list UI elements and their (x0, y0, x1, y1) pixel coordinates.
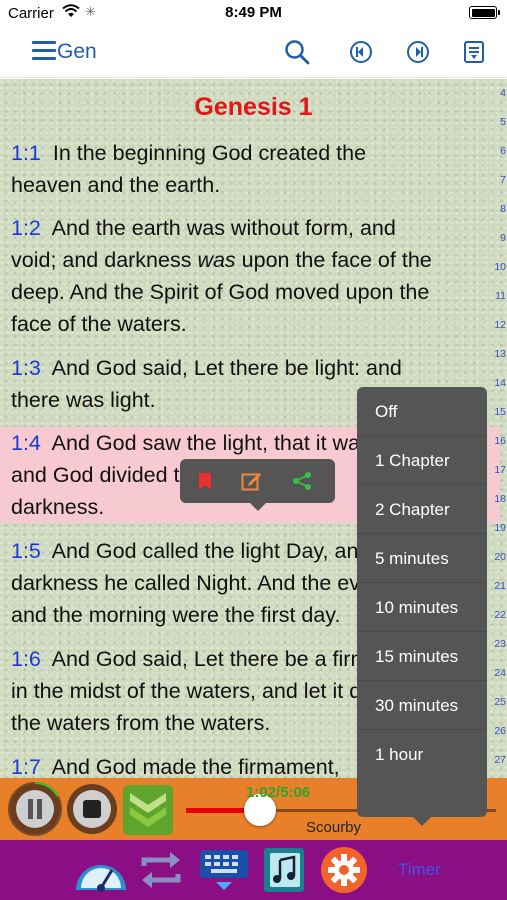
chapter-title: Genesis 1 (194, 93, 313, 121)
verse-index-item[interactable]: 22 (494, 609, 506, 621)
verse-index-item[interactable]: 13 (494, 348, 506, 360)
keyboard-icon[interactable] (198, 846, 250, 894)
timer-menu: Off 1 Chapter 2 Chapter 5 minutes 10 min… (357, 387, 487, 826)
share-icon[interactable] (291, 470, 313, 492)
verse-line: In the beginning God created the (52, 141, 367, 165)
verse-index-item[interactable]: 5 (500, 116, 506, 128)
timer-option-off[interactable]: Off (357, 387, 487, 436)
verse-1[interactable]: 1:1 In the beginning God created the hea… (11, 137, 497, 201)
verse-number: 1:4 (11, 431, 41, 455)
verse-line: And God called the light Day, and the (51, 539, 407, 563)
bottom-toolbar: Timer (0, 840, 507, 900)
verse-index-item[interactable]: 20 (494, 551, 506, 563)
pause-icon (16, 790, 54, 828)
edit-note-icon[interactable] (240, 470, 262, 492)
verse-number: 1:3 (11, 356, 41, 380)
verse-line: deep. And the Spirit of God moved upon t… (11, 280, 430, 304)
speed-gauge-icon[interactable] (72, 846, 130, 894)
playback-time: 1:02/5:06 (246, 784, 311, 801)
verse-index-item[interactable]: 14 (494, 377, 506, 389)
verse-line: face of the waters. (11, 312, 187, 336)
verse-index-item[interactable]: 7 (500, 174, 506, 186)
verse-line: And God made the firmament, (51, 755, 340, 778)
verse-index-item[interactable]: 26 (494, 725, 506, 737)
verse-line: and the morning were the first day. (11, 603, 341, 627)
battery-icon (469, 6, 500, 19)
verse-index-item[interactable]: 19 (494, 522, 506, 534)
stop-button[interactable] (67, 784, 117, 834)
bookmark-icon[interactable] (194, 470, 216, 492)
verse-index-item[interactable]: 15 (494, 406, 506, 418)
verse-index-item[interactable]: 12 (494, 319, 506, 331)
verse-line: darkness he called Night. And the evenin… (11, 571, 413, 595)
nav-bar: Gen (0, 28, 507, 78)
timer-option-10-minutes[interactable]: 10 minutes (357, 583, 487, 632)
verse-index-item[interactable]: 27 (494, 754, 506, 766)
timer-option-30-minutes[interactable]: 30 minutes (357, 681, 487, 730)
verse-index-item[interactable]: 18 (494, 493, 506, 505)
verse-index-item[interactable]: 4 (500, 87, 506, 99)
verse-line: there was light. (11, 388, 156, 412)
pause-button[interactable] (10, 784, 60, 834)
verse-index-item[interactable]: 21 (494, 580, 506, 592)
verse-index-item[interactable]: 8 (500, 203, 506, 215)
next-chapter-icon[interactable] (404, 38, 432, 66)
menu-icon[interactable] (32, 41, 56, 61)
verse-index-item[interactable]: 24 (494, 667, 506, 679)
timer-option-1-chapter[interactable]: 1 Chapter (357, 436, 487, 485)
verse-index-item[interactable]: 23 (494, 638, 506, 650)
verse-number: 1:1 (11, 141, 41, 165)
music-notes-icon[interactable] (262, 846, 308, 894)
verse-index-strip[interactable]: 4 5 6 7 8 9 10 11 12 13 14 15 16 17 18 19 20 21 22 23 24 25 26… (493, 79, 507, 778)
timer-option-5-minutes[interactable]: 5 minutes (357, 534, 487, 583)
status-bar: Carrier ✳ 8:49 PM (0, 0, 507, 28)
verse-index-item[interactable]: 10 (494, 261, 506, 273)
verse-number: 1:7 (11, 755, 41, 778)
verse-line: in the midst of the waters, and let it d… (11, 679, 406, 703)
verse-number: 1:2 (11, 216, 41, 240)
verse-index-item[interactable]: 9 (500, 232, 506, 244)
verse-line: the waters from the waters. (11, 711, 271, 735)
verse-2[interactable]: 1:2 And the earth was without form, and … (11, 212, 497, 340)
bookmarks-icon[interactable] (460, 38, 488, 66)
verse-line: And God said, Let there be light: and (51, 356, 402, 380)
timer-option-1-hour[interactable]: 1 hour (357, 730, 487, 779)
verse-line: heaven and the earth. (11, 173, 221, 197)
timer-button[interactable]: Timer (398, 860, 441, 880)
repeat-icon[interactable] (138, 846, 184, 894)
settings-gear-icon[interactable] (315, 846, 373, 894)
timer-option-15-minutes[interactable]: 15 minutes (357, 632, 487, 681)
previous-chapter-icon[interactable] (347, 38, 375, 66)
verse-line: void; and darkness was upon the face of … (11, 248, 432, 272)
verse-line: And the earth was without form, and (51, 216, 396, 240)
verse-index-item[interactable]: 16 (494, 435, 506, 447)
verse-index-item[interactable]: 25 (494, 696, 506, 708)
verse-line: darkness. (11, 495, 105, 519)
verse-index-item[interactable]: 17 (494, 464, 506, 476)
verse-number: 1:6 (11, 647, 41, 671)
verse-index-item[interactable]: 6 (500, 145, 506, 157)
stop-icon (73, 790, 111, 828)
book-selector[interactable]: Gen (57, 40, 97, 64)
verse-number: 1:5 (11, 539, 41, 563)
search-icon[interactable] (283, 38, 311, 66)
reader-name: Scourby (306, 819, 362, 836)
expand-chevrons-icon[interactable] (123, 785, 173, 835)
verse-index-item[interactable]: 11 (495, 290, 506, 302)
verse-actions-popup (180, 459, 335, 511)
timer-option-2-chapter[interactable]: 2 Chapter (357, 485, 487, 534)
status-time: 8:49 PM (225, 4, 282, 21)
